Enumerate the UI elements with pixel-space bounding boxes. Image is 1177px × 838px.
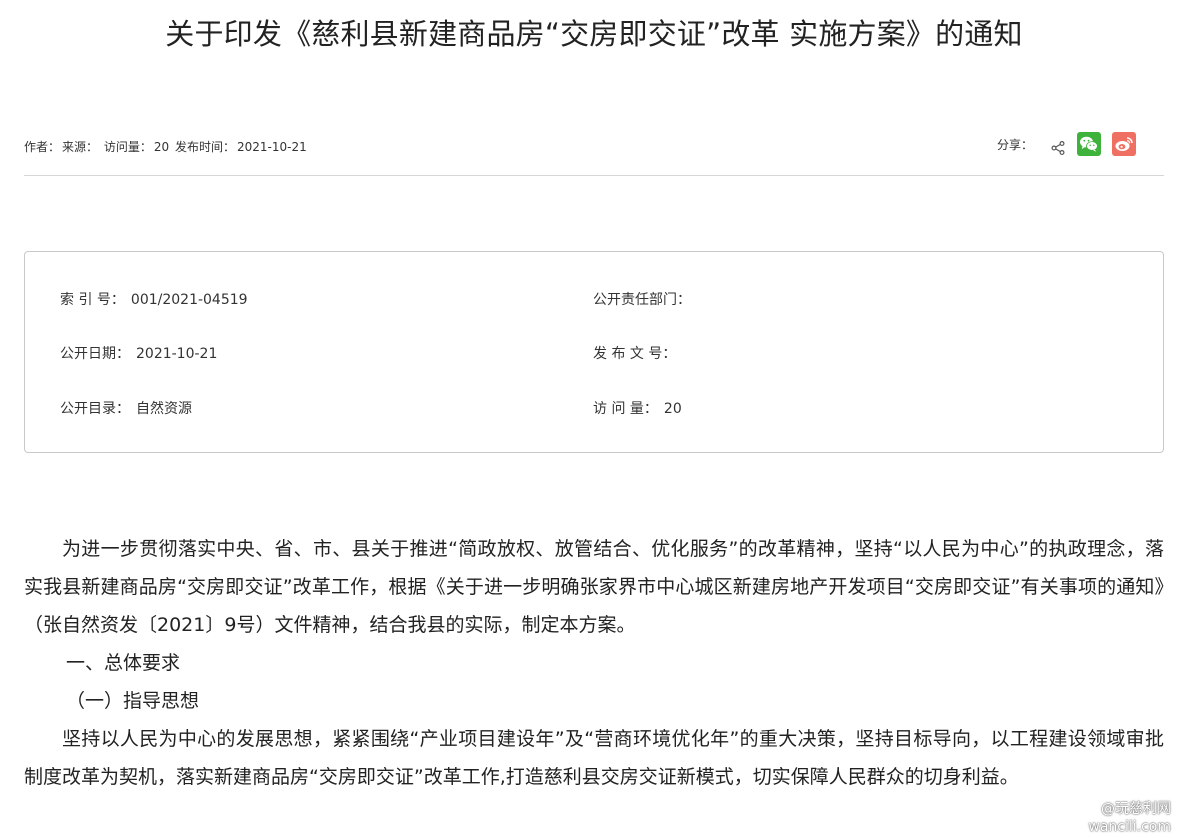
section-heading-1: 一、总体要求	[66, 652, 181, 674]
publish-value: 2021-10-21	[237, 140, 307, 154]
wechat-icon[interactable]	[1077, 132, 1101, 156]
share-icon[interactable]	[1051, 141, 1065, 155]
meta-divider	[24, 175, 1164, 176]
body-paragraph-1: 为进一步贯彻落实中央、省、市、县关于推进“简政放权、放管结合、优化服务”的改革精…	[24, 538, 1164, 636]
info-dept-label: 公开责任部门：	[593, 292, 691, 308]
page-title: 关于印发《慈利县新建商品房“交房即交证”改革 实施方案》的通知	[165, 17, 1023, 51]
weibo-glyph-icon	[1115, 137, 1133, 151]
info-visits-value: 20	[663, 401, 682, 417]
info-visits: 访 问 量： 20	[593, 398, 682, 418]
body-paragraph-2: 坚持以人民为中心的发展思想，紧紧围绕“产业项目建设年”及“营商环境优化年”的重大…	[24, 728, 1164, 788]
info-docno: 发 布 文 号：	[593, 343, 682, 363]
article-body: 为进一步贯彻落实中央、省、市、县关于推进“简政放权、放管结合、优化服务”的改革精…	[24, 530, 1164, 796]
info-catalog-label: 公开目录：	[60, 401, 130, 417]
visits-value: 20	[153, 140, 170, 154]
share-bar: 分享：	[997, 130, 1136, 158]
info-docno-label: 发 布 文 号：	[593, 346, 677, 362]
info-index-label: 索 引 号：	[60, 292, 125, 308]
info-date-value: 2021-10-21	[136, 346, 218, 362]
visits-label: 访问量：	[103, 140, 152, 154]
source-label: 来源：	[62, 140, 99, 154]
info-date: 公开日期： 2021-10-21	[60, 343, 217, 363]
info-index-value: 001/2021-04519	[130, 292, 248, 308]
info-visits-label: 访 问 量：	[593, 401, 658, 417]
watermark-line-2: wancili.com	[1088, 819, 1171, 835]
weibo-icon[interactable]	[1112, 132, 1136, 156]
info-index: 索 引 号： 001/2021-04519	[60, 289, 248, 309]
publish-label: 发布时间：	[174, 140, 235, 154]
wechat-glyph-icon	[1080, 136, 1098, 152]
article-meta-row: 作者： 来源： 访问量： 20 发布时间： 2021-10-21 分享：	[24, 128, 1164, 164]
info-dept: 公开责任部门：	[593, 289, 697, 309]
info-catalog: 公开目录： 自然资源	[60, 398, 192, 418]
info-table: 索 引 号： 001/2021-04519 公开责任部门： 公开日期： 2021-1…	[24, 251, 1164, 453]
site-watermark: @玩慈利网 wancili.com	[1088, 800, 1171, 836]
section-heading-2: （一）指导思想	[66, 690, 200, 712]
author-label: 作者：	[24, 140, 61, 154]
info-date-label: 公开日期：	[60, 346, 130, 362]
article-meta: 作者： 来源： 访问量： 20 发布时间： 2021-10-21	[24, 138, 309, 155]
info-catalog-value: 自然资源	[136, 401, 192, 417]
share-label: 分享：	[996, 137, 1033, 152]
watermark-line-1: @玩慈利网	[1101, 801, 1171, 817]
article-page: 关于印发《慈利县新建商品房“交房即交证”改革 实施方案》的通知 作者： 来源： 访…	[24, 0, 1164, 788]
